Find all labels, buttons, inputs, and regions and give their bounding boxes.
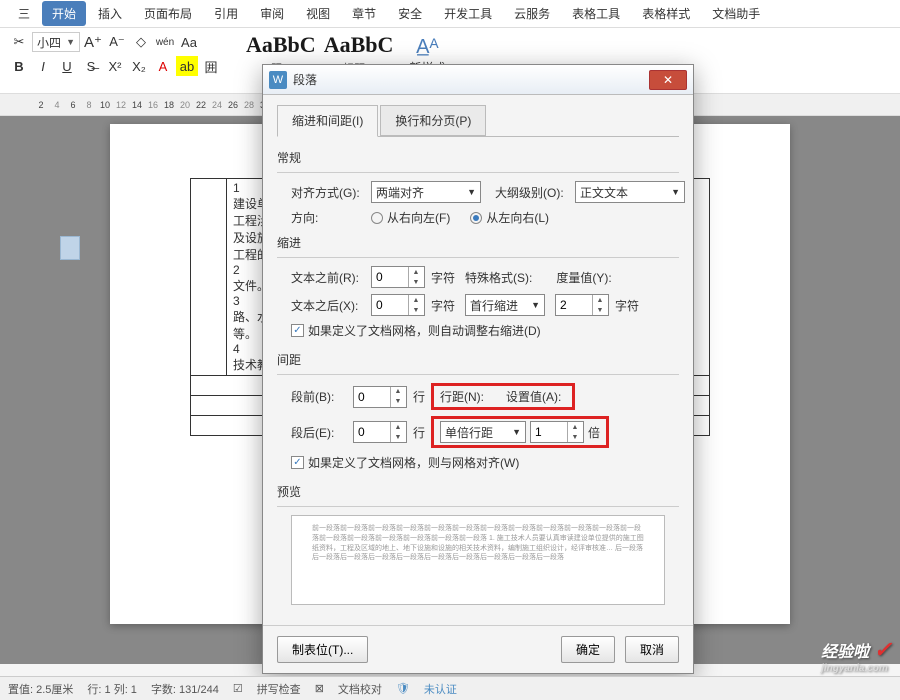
tab-chapter[interactable]: 章节 (342, 1, 386, 26)
font-size-select[interactable]: 小四 ▼ (32, 32, 80, 52)
cancel-button[interactable]: 取消 (625, 636, 679, 663)
new-style-icon: A̲ᴬ (409, 36, 445, 59)
line-spacing-label: 行距(N): (440, 388, 490, 405)
shrink-font-button[interactable]: A⁻ (106, 32, 128, 52)
preview-section-label: 预览 (277, 483, 679, 500)
grow-font-button[interactable]: A⁺ (82, 32, 104, 52)
shield-icon[interactable]: 🛡 (396, 682, 410, 695)
spellcheck-icon[interactable]: ☑ (233, 682, 243, 695)
ok-button[interactable]: 确定 (561, 636, 615, 663)
tab-reference[interactable]: 引用 (204, 1, 248, 26)
set-value-spinner[interactable]: ▲▼ (530, 421, 584, 443)
before-para-spinner[interactable]: ▲▼ (353, 386, 407, 408)
change-case-button[interactable]: Aa (178, 32, 200, 52)
font-color-button[interactable]: A (152, 56, 174, 76)
phonetic-guide-button[interactable]: wén (154, 32, 176, 52)
direction-ltr-radio[interactable]: 从左向右(L) (470, 209, 549, 226)
after-text-label: 文本之后(X): (291, 297, 365, 314)
table-cell[interactable] (191, 179, 227, 376)
snap-to-grid-checkbox[interactable]: ✓如果定义了文档网格，则与网格对齐(W) (291, 454, 679, 471)
special-format-label: 特殊格式(S): (465, 269, 532, 286)
underline-button[interactable]: U (56, 56, 78, 76)
tab-table-styles[interactable]: 表格样式 (632, 1, 700, 26)
style-sample: AaBbC (246, 32, 316, 58)
bold-button[interactable]: B (8, 56, 30, 76)
before-text-label: 文本之前(R): (291, 269, 365, 286)
tab-indent-spacing[interactable]: 缩进和间距(I) (277, 105, 378, 137)
set-value-label: 设置值(A): (506, 388, 566, 405)
line-unit: 行 (413, 388, 425, 405)
paragraph-dialog: W 段落 ✕ 缩进和间距(I) 换行和分页(P) 常规 对齐方式(G): 两端对… (262, 64, 694, 674)
tab-page-layout[interactable]: 页面布局 (134, 1, 202, 26)
measure-label: 度量值(Y): (556, 269, 611, 286)
alignment-label: 对齐方式(G): (291, 184, 365, 201)
char-unit: 字符 (431, 269, 455, 286)
tab-table-tools[interactable]: 表格工具 (562, 1, 630, 26)
watermark: 经验啦 ✓ jingyanla.com (821, 637, 892, 674)
status-word-count[interactable]: 字数: 131/244 (151, 681, 219, 697)
strikethrough-button[interactable]: S̶ (80, 56, 102, 76)
chevron-down-icon: ▼ (66, 37, 75, 47)
style-sample: AaBbC (324, 32, 394, 58)
tab-dev-tools[interactable]: 开发工具 (434, 1, 502, 26)
preview-panel: 前一段落前一段落前一段落前一段落前一段落前一段落前一段落前一段落前一段落前一段落… (291, 515, 665, 605)
indent-section-label: 缩进 (277, 234, 679, 251)
status-auth[interactable]: 未认证 (424, 681, 457, 697)
general-section-label: 常规 (277, 149, 679, 166)
status-proof[interactable]: 文档校对 (338, 681, 382, 697)
spacing-section-label: 间距 (277, 351, 679, 368)
tab-view[interactable]: 视图 (296, 1, 340, 26)
after-text-spinner[interactable]: ▲▼ (371, 294, 425, 316)
after-para-spinner[interactable]: ▲▼ (353, 421, 407, 443)
tab-security[interactable]: 安全 (388, 1, 432, 26)
special-format-select[interactable]: 首行缩进▼ (465, 294, 545, 316)
italic-button[interactable]: I (32, 56, 54, 76)
tab-line-page-break[interactable]: 换行和分页(P) (380, 105, 486, 136)
close-button[interactable]: ✕ (649, 70, 687, 90)
file-menu[interactable]: 三 (8, 1, 40, 26)
clear-format-button[interactable]: ◇ (130, 32, 152, 52)
proof-icon[interactable]: ⊠ (315, 682, 324, 695)
outline-level-label: 大纲级别(O): (495, 184, 569, 201)
direction-rtl-radio[interactable]: 从右向左(F) (371, 209, 450, 226)
auto-adjust-indent-checkbox[interactable]: ✓如果定义了文档网格，则自动调整右缩进(D) (291, 322, 679, 339)
before-text-spinner[interactable]: ▲▼ (371, 266, 425, 288)
before-para-label: 段前(B): (291, 388, 347, 405)
line-spacing-select[interactable]: 单倍行距▼ (440, 421, 526, 443)
after-para-label: 段后(E): (291, 424, 347, 441)
highlight-button[interactable]: ab (176, 56, 198, 76)
subscript-button[interactable]: X₂ (128, 56, 150, 76)
tab-start[interactable]: 开始 (42, 1, 86, 26)
checkmark-icon: ✓ (874, 637, 892, 662)
font-size-value: 小四 (37, 34, 61, 51)
outline-level-select[interactable]: 正文文本▼ (575, 181, 685, 203)
app-icon: W (269, 71, 287, 89)
format-painter-icon[interactable]: ✂ (8, 32, 30, 52)
tab-doc-helper[interactable]: 文档助手 (702, 1, 770, 26)
tab-review[interactable]: 审阅 (250, 1, 294, 26)
times-unit: 倍 (588, 424, 600, 441)
line-unit: 行 (413, 424, 425, 441)
char-unit: 字符 (615, 297, 639, 314)
char-border-button[interactable]: 囲 (200, 56, 222, 76)
superscript-button[interactable]: X² (104, 56, 126, 76)
status-position: 行: 1 列: 1 (87, 681, 137, 697)
alignment-select[interactable]: 两端对齐▼ (371, 181, 481, 203)
tab-cloud[interactable]: 云服务 (504, 1, 560, 26)
measure-spinner[interactable]: ▲▼ (555, 294, 609, 316)
status-indent: 置值: 2.5厘米 (8, 681, 73, 697)
dialog-title: 段落 (293, 71, 317, 88)
tab-insert[interactable]: 插入 (88, 1, 132, 26)
tab-stops-button[interactable]: 制表位(T)... (277, 636, 368, 663)
char-unit: 字符 (431, 297, 455, 314)
page-nav-icon[interactable] (60, 236, 80, 260)
direction-label: 方向: (291, 209, 365, 226)
status-spellcheck[interactable]: 拼写检查 (257, 681, 301, 697)
